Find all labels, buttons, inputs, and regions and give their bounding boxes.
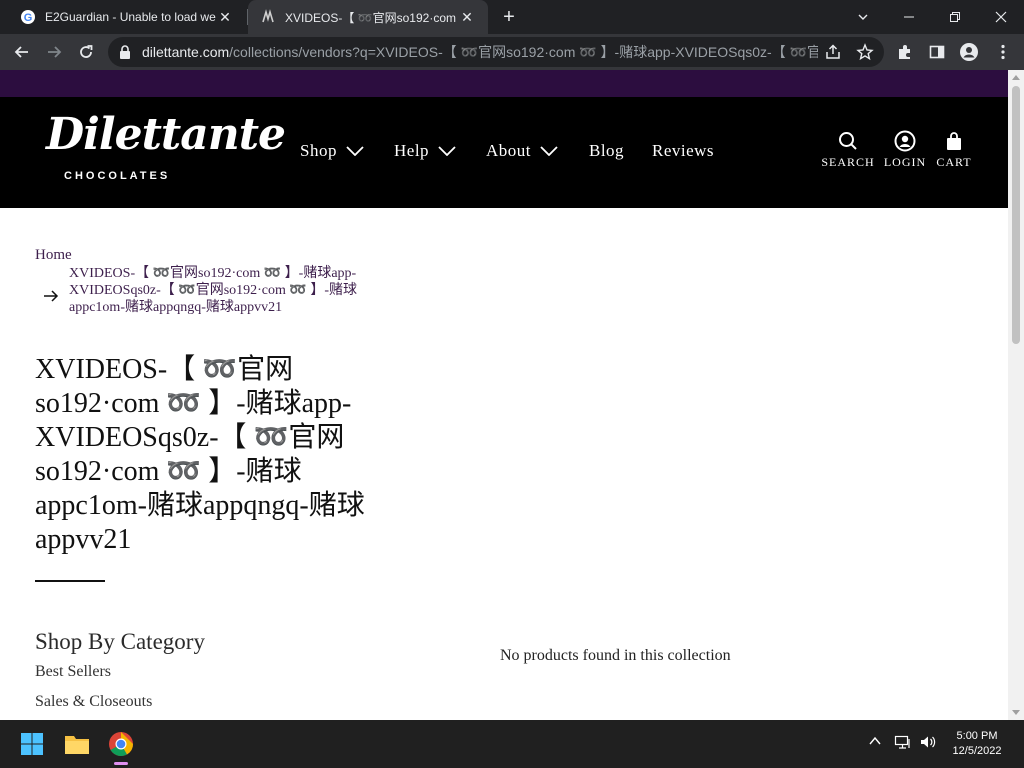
scrollbar-thumb[interactable] bbox=[1012, 86, 1020, 344]
browser-toolbar: dilettante.com/collections/vendors?q=XVI… bbox=[0, 34, 1024, 70]
category-link-best-sellers[interactable]: Best Sellers bbox=[35, 663, 111, 681]
page-title: XVIDEOS-【 ➿官网so192·com ➿ 】-赌球app-XVIDEOS… bbox=[35, 354, 365, 555]
network-icon[interactable] bbox=[894, 734, 912, 755]
account-icon bbox=[877, 129, 933, 153]
nav-about[interactable]: About bbox=[486, 140, 558, 162]
nav-label: Shop bbox=[300, 141, 337, 160]
announcement-bar bbox=[0, 70, 1008, 97]
tab-title: XVIDEOS-【 ➿官网so192·com ➿ 】-赌球app-XVIDEOS… bbox=[285, 10, 458, 25]
search-icon bbox=[820, 129, 876, 153]
url-path: /collections/vendors?q=XVIDEOS-【 ➿官网so19… bbox=[229, 44, 818, 60]
browser-tab-strip: G E2Guardian - Unable to load web ✕ XVID… bbox=[0, 0, 1024, 34]
svg-text:G: G bbox=[24, 12, 33, 24]
chevron-down-icon bbox=[438, 146, 456, 156]
breadcrumb-current: XVIDEOS-【 ➿官网so192·com ➿ 】-赌球app-XVIDEOS… bbox=[69, 266, 358, 315]
nav-reviews[interactable]: Reviews bbox=[652, 140, 714, 162]
restore-icon[interactable] bbox=[932, 0, 978, 34]
nav-label: Help bbox=[394, 141, 430, 160]
chevron-down-icon bbox=[346, 146, 364, 156]
active-app-indicator bbox=[114, 762, 128, 765]
header-cart-button[interactable]: CART bbox=[926, 129, 982, 170]
cart-label: CART bbox=[936, 155, 972, 169]
address-bar[interactable]: dilettante.com/collections/vendors?q=XVI… bbox=[108, 37, 884, 67]
nav-help[interactable]: Help bbox=[394, 140, 456, 162]
nav-label: About bbox=[486, 141, 531, 160]
empty-collection-message: No products found in this collection bbox=[500, 647, 731, 664]
reload-icon[interactable] bbox=[73, 39, 99, 65]
dilettante-favicon-icon bbox=[260, 9, 276, 25]
breadcrumb-home-link[interactable]: Home bbox=[35, 247, 72, 264]
share-icon[interactable] bbox=[824, 43, 842, 66]
title-divider bbox=[35, 580, 105, 582]
tab-close-icon[interactable]: ✕ bbox=[216, 9, 234, 26]
clock-date: 12/5/2022 bbox=[952, 745, 1002, 757]
arrow-right-icon bbox=[44, 290, 59, 302]
windows-taskbar: 5:00 PM 12/5/2022 bbox=[0, 720, 1024, 768]
search-label: SEARCH bbox=[821, 155, 875, 169]
browser-tab-e2guardian[interactable]: G E2Guardian - Unable to load web ✕ bbox=[8, 0, 246, 34]
side-panel-icon[interactable] bbox=[924, 39, 950, 65]
close-window-icon[interactable] bbox=[978, 0, 1024, 34]
extensions-puzzle-icon[interactable] bbox=[892, 39, 918, 65]
dilettante-logo[interactable]: Dilettante CHOCOLATES bbox=[46, 109, 286, 195]
volume-icon[interactable] bbox=[919, 734, 937, 755]
url-text[interactable]: dilettante.com/collections/vendors?q=XVI… bbox=[142, 37, 818, 67]
chevron-down-icon bbox=[540, 146, 558, 156]
nav-blog[interactable]: Blog bbox=[589, 140, 624, 162]
browser-tab-active[interactable]: XVIDEOS-【 ➿官网so192·com ➿ 】-赌球app-XVIDEOS… bbox=[248, 0, 488, 34]
chrome-taskbar-icon[interactable] bbox=[103, 726, 139, 762]
scroll-up-arrow-icon[interactable] bbox=[1012, 75, 1020, 80]
nav-label: Reviews bbox=[652, 141, 715, 160]
new-tab-button[interactable]: + bbox=[498, 6, 520, 28]
forward-icon[interactable] bbox=[41, 39, 67, 65]
more-menu-icon[interactable] bbox=[990, 39, 1016, 65]
page-scrollbar[interactable] bbox=[1008, 70, 1024, 720]
web-page: Dilettante CHOCOLATES Shop Help About Bl… bbox=[0, 70, 1008, 720]
scroll-down-arrow-icon[interactable] bbox=[1012, 710, 1020, 715]
windows-start-icon[interactable] bbox=[14, 726, 50, 762]
nav-shop[interactable]: Shop bbox=[300, 140, 364, 162]
profile-avatar-icon[interactable] bbox=[956, 39, 982, 65]
back-icon[interactable] bbox=[9, 39, 35, 65]
lock-icon[interactable] bbox=[118, 44, 132, 65]
category-link-sales-closeouts[interactable]: Sales & Closeouts bbox=[35, 693, 152, 711]
file-explorer-icon[interactable] bbox=[59, 726, 95, 762]
url-host: dilettante.com bbox=[142, 44, 230, 60]
tab-search-chevron-icon[interactable] bbox=[840, 0, 886, 34]
minimize-icon[interactable] bbox=[886, 0, 932, 34]
google-icon: G bbox=[20, 9, 36, 25]
category-heading: Shop By Category bbox=[35, 629, 205, 654]
login-label: LOGIN bbox=[883, 155, 927, 169]
tab-close-icon[interactable]: ✕ bbox=[458, 9, 476, 26]
shopping-bag-icon bbox=[926, 129, 982, 153]
tab-title: E2Guardian - Unable to load web bbox=[45, 10, 216, 24]
header-login-button[interactable]: LOGIN bbox=[877, 129, 933, 170]
header-search-button[interactable]: SEARCH bbox=[820, 129, 876, 170]
chevron-up-icon[interactable] bbox=[868, 734, 882, 753]
logo-subtitle: CHOCOLATES bbox=[64, 170, 171, 182]
clock-time: 5:00 PM bbox=[956, 730, 998, 742]
site-header: Dilettante CHOCOLATES Shop Help About Bl… bbox=[0, 97, 1008, 208]
nav-label: Blog bbox=[589, 141, 625, 160]
taskbar-clock[interactable]: 5:00 PM 12/5/2022 bbox=[944, 729, 1010, 759]
logo-script: Dilettante bbox=[46, 109, 286, 160]
bookmark-star-icon[interactable] bbox=[856, 43, 874, 66]
